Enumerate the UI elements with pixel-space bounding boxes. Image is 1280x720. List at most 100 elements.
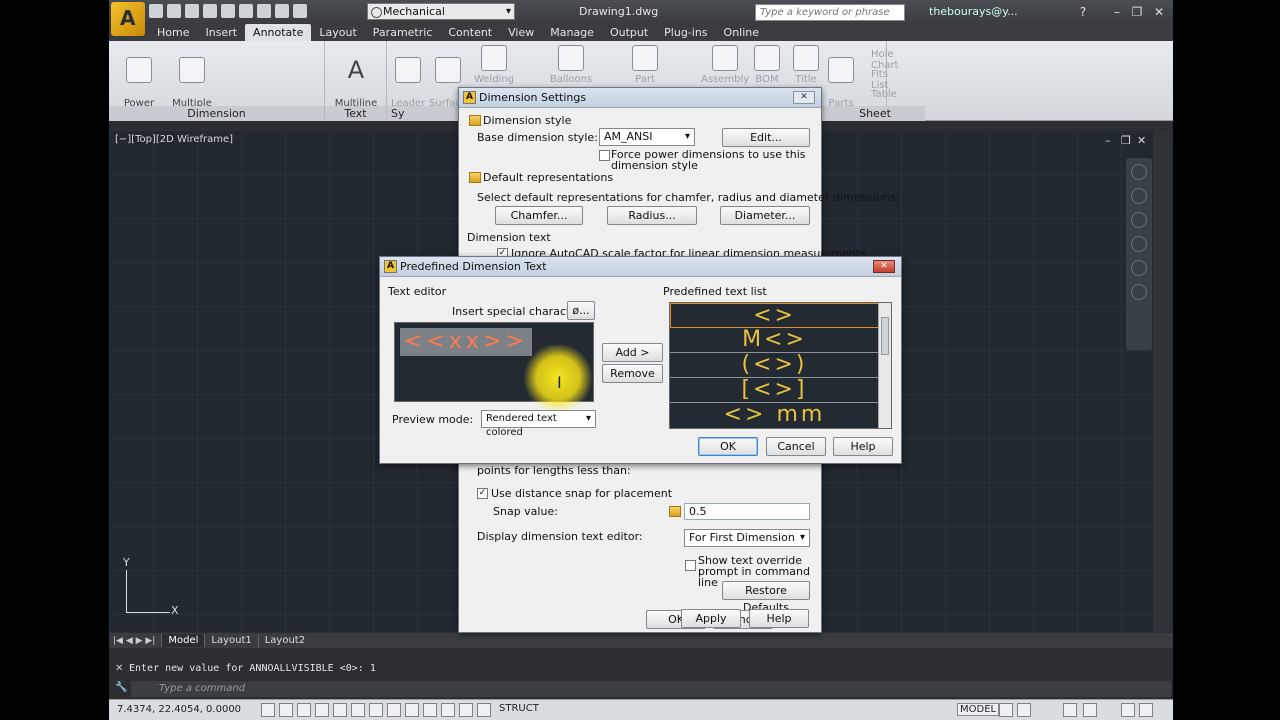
3d-osnap-icon[interactable] bbox=[369, 703, 383, 717]
osnap-icon[interactable] bbox=[351, 703, 365, 717]
help-button[interactable]: Help bbox=[833, 437, 893, 456]
open-icon[interactable] bbox=[167, 4, 181, 18]
tab-layout2[interactable]: Layout2 bbox=[257, 634, 311, 647]
use-snap-checkbox[interactable]: ✓ bbox=[477, 488, 488, 499]
tab-home[interactable]: Home bbox=[149, 24, 197, 41]
assembly-button[interactable]: Assembly bbox=[701, 45, 749, 86]
clean-screen-icon[interactable] bbox=[1139, 703, 1153, 717]
showmotion-icon[interactable] bbox=[1131, 284, 1147, 300]
tab-output[interactable]: Output bbox=[602, 24, 656, 41]
zoom-icon[interactable] bbox=[1131, 236, 1147, 252]
list-item[interactable]: <> mm bbox=[670, 403, 879, 428]
balloons-button[interactable]: Balloons bbox=[549, 45, 593, 86]
list-item[interactable]: (<>) bbox=[670, 353, 879, 378]
diameter-button[interactable]: Diameter... bbox=[720, 206, 810, 225]
publish-icon[interactable] bbox=[221, 4, 235, 18]
close-icon[interactable]: ✕ bbox=[873, 260, 895, 273]
tab-model[interactable]: Model bbox=[161, 634, 205, 647]
command-input[interactable]: Type a command bbox=[131, 681, 1171, 697]
save-as-icon[interactable] bbox=[203, 4, 217, 18]
isolate-objects-icon[interactable] bbox=[1121, 703, 1135, 717]
polar-icon[interactable] bbox=[333, 703, 347, 717]
snap-icon[interactable] bbox=[279, 703, 293, 717]
restore-icon[interactable]: ❐ bbox=[1129, 4, 1145, 20]
lineweight-icon[interactable] bbox=[441, 703, 455, 717]
transparency-icon[interactable] bbox=[459, 703, 473, 717]
viewport-minimize-icon[interactable]: – bbox=[1105, 134, 1111, 147]
minimize-icon[interactable]: – bbox=[1109, 4, 1125, 20]
close-icon[interactable]: ✕ bbox=[793, 91, 815, 104]
application-menu-button[interactable] bbox=[111, 2, 145, 36]
user-account[interactable]: thebourays@y... bbox=[929, 5, 1018, 18]
viewport-controls[interactable]: [−][Top][2D Wireframe] bbox=[115, 134, 233, 145]
panel-sheet-label[interactable]: Sheet bbox=[825, 106, 925, 121]
snap-pick-icon[interactable] bbox=[669, 506, 681, 517]
tab-online[interactable]: Online bbox=[716, 24, 767, 41]
list-item[interactable]: [<>] bbox=[670, 378, 879, 403]
part-button[interactable]: Part bbox=[627, 45, 663, 86]
list-scroll-thumb[interactable] bbox=[881, 317, 889, 355]
tab-manage[interactable]: Manage bbox=[542, 24, 602, 41]
grid-icon[interactable] bbox=[297, 703, 311, 717]
wrench-icon[interactable]: 🔧 bbox=[115, 682, 127, 693]
vertical-scrollbar[interactable] bbox=[1153, 130, 1171, 632]
plot-icon[interactable] bbox=[293, 4, 307, 18]
infer-constraints-icon[interactable] bbox=[261, 703, 275, 717]
model-space-button[interactable]: MODEL bbox=[957, 703, 1000, 716]
welding-button[interactable]: Welding bbox=[473, 45, 515, 86]
struct-toggle[interactable]: STRUCT bbox=[499, 703, 539, 714]
tab-content[interactable]: Content bbox=[440, 24, 500, 41]
chamfer-button[interactable]: Chamfer... bbox=[495, 206, 583, 225]
snap-value-input[interactable]: 0.5 bbox=[684, 503, 810, 520]
save-icon[interactable] bbox=[185, 4, 199, 18]
steering-wheel-icon[interactable] bbox=[1131, 188, 1147, 204]
viewcube-icon[interactable] bbox=[1131, 164, 1147, 180]
search-input[interactable]: Type a keyword or phrase bbox=[755, 4, 905, 21]
print-icon[interactable] bbox=[239, 4, 253, 18]
lock-icon[interactable] bbox=[1083, 703, 1097, 717]
new-icon[interactable] bbox=[149, 4, 163, 18]
special-characters-button[interactable]: ø... bbox=[567, 301, 595, 320]
dyn-icon[interactable] bbox=[423, 703, 437, 717]
layout-nav-icon[interactable]: |◀ ◀ ▶ ▶| bbox=[113, 636, 155, 646]
tab-parametric[interactable]: Parametric bbox=[365, 24, 441, 41]
ortho-icon[interactable] bbox=[315, 703, 329, 717]
tab-annotate[interactable]: Annotate bbox=[245, 24, 312, 41]
base-style-dropdown[interactable]: AM_ANSI bbox=[599, 128, 695, 146]
viewport-close-icon[interactable]: ✕ bbox=[1137, 134, 1146, 147]
cancel-button[interactable]: Cancel bbox=[766, 437, 826, 456]
predefined-titlebar[interactable]: A Predefined Dimension Text ✕ bbox=[380, 257, 901, 277]
force-power-checkbox[interactable] bbox=[599, 150, 610, 161]
viewport-restore-icon[interactable]: ❐ bbox=[1121, 134, 1131, 147]
ok-button[interactable]: OK bbox=[698, 437, 758, 456]
edit-button[interactable]: Edit... bbox=[722, 128, 810, 147]
restore-defaults-button[interactable]: Restore Defaults bbox=[722, 581, 810, 614]
add-button[interactable]: Add > bbox=[602, 343, 663, 362]
bom-button[interactable]: BOM bbox=[751, 45, 783, 86]
tab-layout[interactable]: Layout bbox=[311, 24, 364, 41]
pan-icon[interactable] bbox=[1131, 212, 1147, 228]
quick-view-drawings-icon[interactable] bbox=[1017, 703, 1031, 717]
display-editor-dropdown[interactable]: For First Dimension bbox=[684, 529, 810, 547]
undo-icon[interactable] bbox=[257, 4, 271, 18]
panel-dimension-label[interactable]: Dimension bbox=[109, 106, 324, 121]
command-close-icon[interactable]: ✕ bbox=[115, 663, 123, 674]
editor-text[interactable]: <<xx>> bbox=[400, 328, 532, 356]
quick-view-layouts-icon[interactable] bbox=[999, 703, 1013, 717]
workspace-switching-icon[interactable] bbox=[1063, 703, 1077, 717]
tab-insert[interactable]: Insert bbox=[197, 24, 245, 41]
dimension-settings-titlebar[interactable]: A Dimension Settings ✕ bbox=[459, 88, 821, 108]
selection-cycling-icon[interactable] bbox=[477, 703, 491, 717]
dim-help-button[interactable]: Help bbox=[749, 609, 809, 628]
help-icon[interactable]: ? bbox=[1075, 4, 1091, 20]
orbit-icon[interactable] bbox=[1131, 260, 1147, 276]
predefined-text-list[interactable]: <> M<> (<>) [<>] <> mm bbox=[669, 302, 892, 429]
redo-icon[interactable] bbox=[275, 4, 289, 18]
preview-mode-dropdown[interactable]: Rendered text colored bbox=[481, 410, 596, 438]
list-item[interactable]: M<> bbox=[670, 328, 879, 353]
title-button[interactable]: Title bbox=[789, 45, 823, 86]
ducs-icon[interactable] bbox=[405, 703, 419, 717]
tab-plug-ins[interactable]: Plug-ins bbox=[656, 24, 715, 41]
workspace-dropdown[interactable]: Mechanical bbox=[367, 3, 515, 20]
text-editor-box[interactable]: <<xx>> I bbox=[394, 322, 594, 411]
